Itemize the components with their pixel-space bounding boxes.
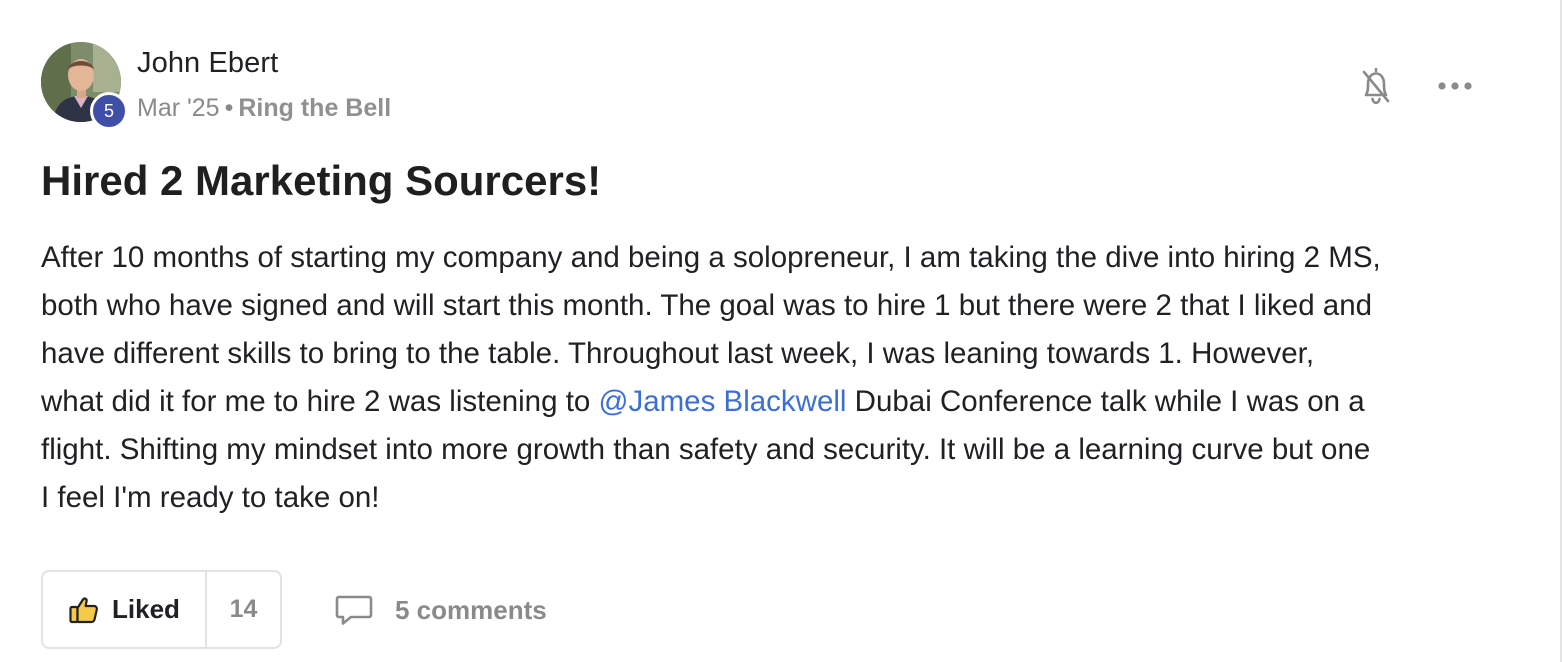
thumbs-up-icon <box>69 596 99 623</box>
body-line: flight. Shifting my mindset into more gr… <box>41 433 1371 466</box>
body-line: have different skills to bring to the ta… <box>41 337 1315 370</box>
post-category[interactable]: Ring the Bell <box>238 94 391 122</box>
bell-off-icon <box>1362 67 1390 105</box>
like-control: Liked 14 <box>41 570 282 649</box>
comment-icon <box>335 595 373 625</box>
comments-button[interactable]: 5 comments <box>335 588 547 632</box>
meta-separator: • <box>224 94 234 122</box>
post-meta: Mar '25 • Ring the Bell <box>137 94 391 123</box>
post-title: Hired 2 Marketing Sourcers! <box>41 157 602 204</box>
comments-label: 5 comments <box>395 594 547 625</box>
post-body: After 10 months of starting my company a… <box>41 234 1521 522</box>
body-line: After 10 months of starting my company a… <box>41 241 1381 274</box>
body-line: both who have signed and will start this… <box>41 289 1373 322</box>
like-label: Liked <box>112 594 180 624</box>
body-text: Dubai Conference talk while I was on a <box>846 385 1365 418</box>
mention-link[interactable]: @James Blackwell <box>599 385 847 418</box>
post-date[interactable]: Mar '25 <box>137 94 220 122</box>
more-horizontal-icon <box>1438 82 1472 90</box>
author-name[interactable]: John Ebert <box>137 47 278 80</box>
author-avatar-wrap[interactable]: 5 <box>41 42 128 130</box>
level-badge: 5 <box>90 92 128 130</box>
body-line: what did it for me to hire 2 was listeni… <box>41 378 1521 426</box>
like-count[interactable]: 14 <box>207 572 280 647</box>
like-button[interactable]: Liked <box>43 572 207 647</box>
bell-off-button[interactable] <box>1355 64 1397 108</box>
post-card: 5 John Ebert Mar '25 • Ring the Bell Hired… <box>0 0 1562 662</box>
more-options-button[interactable] <box>1432 68 1478 104</box>
body-text: what did it for me to hire 2 was listeni… <box>41 385 599 418</box>
body-line: I feel I'm ready to take on! <box>41 481 380 514</box>
